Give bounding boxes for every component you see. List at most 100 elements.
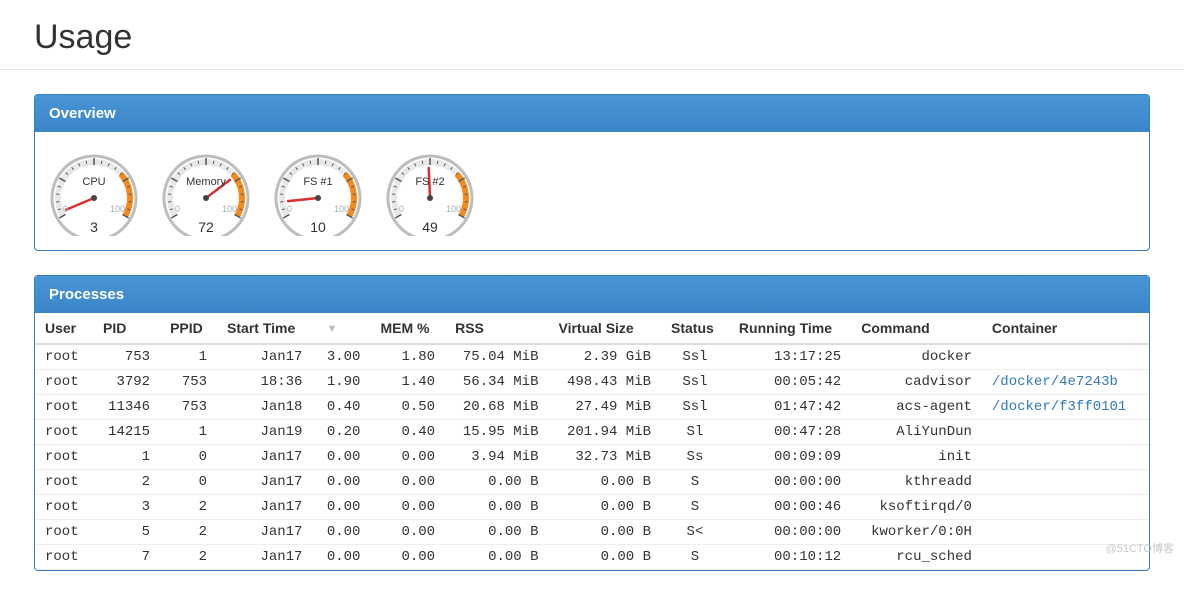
cell-status: Ssl xyxy=(661,344,729,370)
cell-cpu: 0.00 xyxy=(312,495,370,520)
cell-status: S xyxy=(661,545,729,570)
table-row: root32Jan170.000.000.00 B0.00 BS00:00:46… xyxy=(35,495,1149,520)
cell-ppid: 2 xyxy=(160,520,217,545)
cell-rss: 0.00 B xyxy=(445,495,548,520)
processes-panel-header: Processes xyxy=(35,276,1149,313)
gauge-value: 49 xyxy=(385,219,475,235)
cell-pid: 5 xyxy=(93,520,160,545)
cell-rss: 0.00 B xyxy=(445,545,548,570)
cell-mem: 1.80 xyxy=(370,344,445,370)
cell-start: Jan17 xyxy=(217,470,312,495)
cell-pid: 3792 xyxy=(93,370,160,395)
cell-ppid: 1 xyxy=(160,344,217,370)
cell-command: cadvisor xyxy=(851,370,982,395)
cell-ppid: 0 xyxy=(160,445,217,470)
gauge-value: 3 xyxy=(49,219,139,235)
cell-start: Jan17 xyxy=(217,520,312,545)
table-header[interactable]: PID xyxy=(93,313,160,344)
cell-pid: 753 xyxy=(93,344,160,370)
table-row: root142151Jan190.200.4015.95 MiB201.94 M… xyxy=(35,420,1149,445)
cell-rss: 56.34 MiB xyxy=(445,370,548,395)
gauge: CPU01003 xyxy=(49,146,139,236)
cell-mem: 0.00 xyxy=(370,545,445,570)
gauge-label: FS #2 xyxy=(385,176,475,188)
overview-panel: Overview CPU01003 Memory010072 FS #10100… xyxy=(34,94,1150,251)
cell-runtime: 01:47:42 xyxy=(729,395,851,420)
table-header[interactable]: Start Time xyxy=(217,313,312,344)
cell-user: root xyxy=(35,344,93,370)
cell-vsize: 0.00 B xyxy=(549,545,662,570)
table-row: root379275318:361.901.4056.34 MiB498.43 … xyxy=(35,370,1149,395)
table-header[interactable]: MEM % xyxy=(370,313,445,344)
gauge: FS #2010049 xyxy=(385,146,475,236)
container-link[interactable]: /docker/f3ff0101 xyxy=(992,399,1126,415)
table-header[interactable]: PPID xyxy=(160,313,217,344)
gauge-scale-max: 100 xyxy=(110,204,125,214)
table-header[interactable]: Command xyxy=(851,313,982,344)
cell-vsize: 0.00 B xyxy=(549,470,662,495)
cell-cpu: 0.00 xyxy=(312,445,370,470)
cell-rss: 20.68 MiB xyxy=(445,395,548,420)
cell-cpu: 1.90 xyxy=(312,370,370,395)
divider xyxy=(0,69,1184,70)
cell-container[interactable]: /docker/4e7243b xyxy=(982,370,1149,395)
cell-status: S xyxy=(661,470,729,495)
gauge-label: CPU xyxy=(49,176,139,188)
cell-runtime: 00:10:12 xyxy=(729,545,851,570)
cell-pid: 11346 xyxy=(93,395,160,420)
cell-status: Ssl xyxy=(661,395,729,420)
cell-vsize: 2.39 GiB xyxy=(549,344,662,370)
cell-ppid: 2 xyxy=(160,545,217,570)
cell-rss: 75.04 MiB xyxy=(445,344,548,370)
cell-pid: 14215 xyxy=(93,420,160,445)
table-header-row: UserPIDPPIDStart Time▼MEM %RSSVirtual Si… xyxy=(35,313,1149,344)
gauge-scale-min: 0 xyxy=(287,204,292,214)
cell-vsize: 0.00 B xyxy=(549,520,662,545)
table-header[interactable]: Container xyxy=(982,313,1149,344)
cell-container xyxy=(982,495,1149,520)
process-table: UserPIDPPIDStart Time▼MEM %RSSVirtual Si… xyxy=(35,313,1149,570)
table-header[interactable]: Virtual Size xyxy=(549,313,662,344)
cell-start: Jan18 xyxy=(217,395,312,420)
cell-start: Jan17 xyxy=(217,495,312,520)
cell-mem: 0.40 xyxy=(370,420,445,445)
cell-container xyxy=(982,470,1149,495)
table-header[interactable]: ▼ xyxy=(312,313,370,344)
cell-runtime: 00:05:42 xyxy=(729,370,851,395)
cell-start: Jan17 xyxy=(217,344,312,370)
table-row: root7531Jan173.001.8075.04 MiB2.39 GiBSs… xyxy=(35,344,1149,370)
cell-vsize: 498.43 MiB xyxy=(549,370,662,395)
gauge: Memory010072 xyxy=(161,146,251,236)
cell-container xyxy=(982,445,1149,470)
cell-ppid: 2 xyxy=(160,495,217,520)
table-header[interactable]: Status xyxy=(661,313,729,344)
cell-runtime: 00:47:28 xyxy=(729,420,851,445)
cell-user: root xyxy=(35,370,93,395)
table-header[interactable]: RSS xyxy=(445,313,548,344)
cell-cpu: 0.40 xyxy=(312,395,370,420)
cell-start: Jan17 xyxy=(217,545,312,570)
cell-status: Sl xyxy=(661,420,729,445)
table-header[interactable]: Running Time xyxy=(729,313,851,344)
cell-pid: 1 xyxy=(93,445,160,470)
processes-panel: Processes UserPIDPPIDStart Time▼MEM %RSS… xyxy=(34,275,1150,571)
cell-user: root xyxy=(35,545,93,570)
cell-command: kthreadd xyxy=(851,470,982,495)
gauge-label: Memory xyxy=(161,176,251,188)
cell-container[interactable]: /docker/f3ff0101 xyxy=(982,395,1149,420)
cell-user: root xyxy=(35,520,93,545)
cell-start: Jan17 xyxy=(217,445,312,470)
table-row: root11346753Jan180.400.5020.68 MiB27.49 … xyxy=(35,395,1149,420)
gauge-scale-min: 0 xyxy=(175,204,180,214)
table-header[interactable]: User xyxy=(35,313,93,344)
cell-rss: 0.00 B xyxy=(445,470,548,495)
cell-status: Ss xyxy=(661,445,729,470)
cell-runtime: 00:00:00 xyxy=(729,470,851,495)
container-link[interactable]: /docker/4e7243b xyxy=(992,374,1118,390)
cell-user: root xyxy=(35,395,93,420)
cell-status: S xyxy=(661,495,729,520)
cell-command: docker xyxy=(851,344,982,370)
cell-command: rcu_sched xyxy=(851,545,982,570)
cell-mem: 0.00 xyxy=(370,520,445,545)
cell-command: AliYunDun xyxy=(851,420,982,445)
